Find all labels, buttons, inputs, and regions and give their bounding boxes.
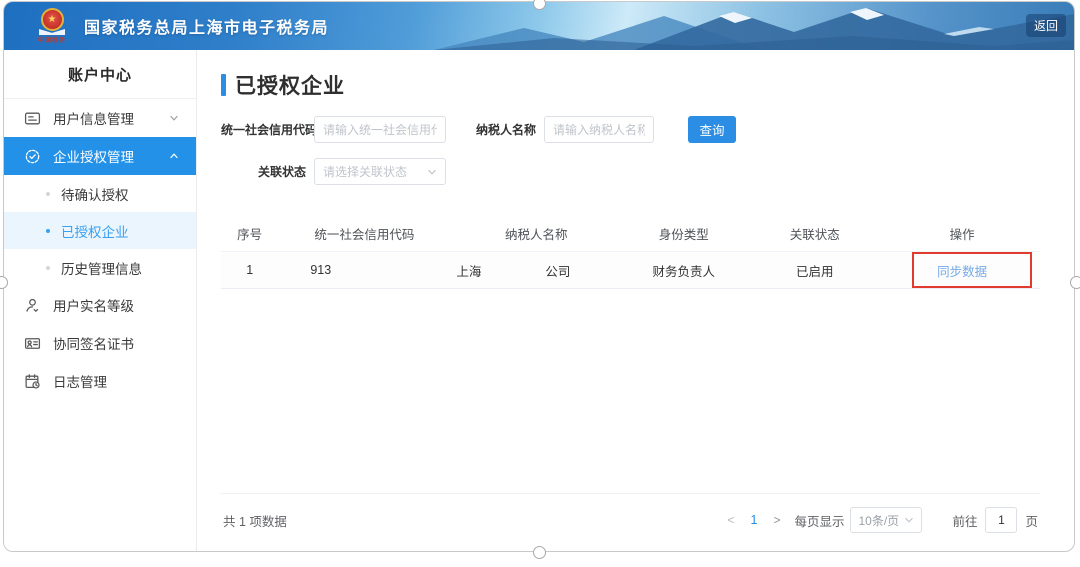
pagination: < 1 > 每页显示 10条/页 前往 页 xyxy=(721,507,1038,533)
sidebar-item-user-realname-level[interactable]: 用户实名等级 xyxy=(4,286,196,324)
column-header-no: 序号 xyxy=(237,228,263,242)
bullet-dot-icon xyxy=(46,191,50,196)
chevron-down-icon xyxy=(428,169,436,174)
chevron-down-icon xyxy=(905,517,914,523)
goto-page-unit: 页 xyxy=(1025,514,1038,529)
credit-code-input[interactable] xyxy=(314,116,446,143)
total-count-text: 共 1 项数据 xyxy=(223,514,287,529)
tax-bureau-logo: ★ 中国税务 xyxy=(30,8,74,44)
sidebar-item-user-info-management[interactable]: 用户信息管理 xyxy=(4,99,196,137)
sidebar-item-enterprise-authorization-management[interactable]: 企业授权管理 xyxy=(4,137,196,175)
results-table: 序号 统一社会信用代码 纳税人名称 身份类型 关联状态 操作 1 913 上海 … xyxy=(221,216,1040,289)
sidebar-item-label: 日志管理 xyxy=(53,375,107,390)
credit-code-label: 统一社会信用代码 xyxy=(221,123,318,137)
prev-page-button[interactable]: < xyxy=(721,513,740,527)
taxpayer-name-prefix: 上海 xyxy=(456,264,482,279)
page-title: 已授权企业 xyxy=(235,75,345,98)
cell-credit-code: 913 xyxy=(310,263,332,277)
sidebar-item-authorized-enterprises[interactable]: 已授权企业 xyxy=(4,212,196,249)
sidebar-title: 账户中心 xyxy=(4,50,196,99)
logo-caption: 中国税务 xyxy=(37,38,66,44)
current-page-button[interactable]: 1 xyxy=(740,513,767,527)
taxpayer-name-input[interactable] xyxy=(544,116,654,143)
goto-page-input[interactable] xyxy=(985,507,1018,533)
bullet-dot-icon xyxy=(46,228,50,233)
back-button[interactable]: 返回 xyxy=(1025,14,1066,37)
column-header-credit-code: 统一社会信用代码 xyxy=(314,228,415,242)
search-button[interactable]: 查询 xyxy=(688,116,736,143)
sidebar-item-collaborative-signature-certificate[interactable]: 协同签名证书 xyxy=(4,324,196,362)
taxpayer-name-suffix: 公司 xyxy=(545,264,571,279)
relation-status-placeholder: 请选择关联状态 xyxy=(323,165,408,179)
title-accent-bar xyxy=(221,74,226,96)
next-page-button[interactable]: > xyxy=(767,513,786,527)
sidebar-subitem-label: 历史管理信息 xyxy=(61,261,142,277)
certificate-icon xyxy=(24,335,41,352)
relation-status-label: 关联状态 xyxy=(257,165,306,179)
relation-status-select[interactable]: 请选择关联状态 xyxy=(314,158,446,185)
page-size-value: 10条/页 xyxy=(858,513,900,528)
page-size-label: 每页显示 xyxy=(794,514,845,529)
sidebar-item-pending-authorization[interactable]: 待确认授权 xyxy=(4,175,196,212)
column-header-identity-type: 身份类型 xyxy=(658,228,709,242)
sidebar-item-label: 用户信息管理 xyxy=(53,112,134,127)
taxpayer-name-label: 纳税人名称 xyxy=(475,123,536,137)
column-header-taxpayer-name: 纳税人名称 xyxy=(505,228,568,242)
chevron-down-icon xyxy=(168,112,180,124)
goto-page-label: 前往 xyxy=(952,514,978,529)
column-header-actions: 操作 xyxy=(949,228,975,242)
table-footer: 共 1 项数据 < 1 > 每页显示 10条/页 前往 页 xyxy=(221,493,1040,543)
log-calendar-icon xyxy=(24,373,41,390)
app-window: ★ 中国税务 国家税务总局上海市电子税务局 返回 账户中心 用户信息管理 企业授… xyxy=(3,1,1075,552)
cell-actions: 同步数据 xyxy=(884,251,1040,288)
sidebar-subitem-label: 已授权企业 xyxy=(61,224,129,240)
main-content: 已授权企业 统一社会信用代码 纳税人名称 查询 关联状态 请选择关联状态 序号 xyxy=(197,50,1074,551)
sidebar-subitem-label: 待确认授权 xyxy=(61,187,129,203)
column-header-relation-status: 关联状态 xyxy=(789,228,840,242)
cell-no: 1 xyxy=(246,263,254,277)
table-row: 1 913 上海 公司 财务负责人 已启用 同步数据 xyxy=(221,251,1040,289)
app-title: 国家税务总局上海市电子税务局 xyxy=(84,20,330,37)
header-mountains-decoration xyxy=(434,8,1074,50)
id-card-icon xyxy=(24,110,41,127)
cell-relation-status: 已启用 xyxy=(795,264,834,279)
chevron-up-icon xyxy=(168,150,180,162)
bullet-dot-icon xyxy=(46,265,50,270)
table-header-row: 序号 统一社会信用代码 纳税人名称 身份类型 关联状态 操作 xyxy=(221,216,1040,252)
sidebar: 账户中心 用户信息管理 企业授权管理 待确认授权 已授权企业 历史管理信息 用户… xyxy=(4,50,197,551)
national-emblem-icon: ★ xyxy=(40,8,64,31)
badge-check-icon xyxy=(24,148,41,165)
cell-taxpayer-name: 上海 公司 xyxy=(450,261,622,280)
cell-identity-type: 财务负责人 xyxy=(652,264,715,279)
sidebar-item-label: 用户实名等级 xyxy=(53,299,134,314)
page-size-select[interactable]: 10条/页 xyxy=(850,507,923,533)
sidebar-item-log-management[interactable]: 日志管理 xyxy=(4,362,196,400)
crop-handle-right[interactable] xyxy=(1070,276,1080,289)
user-icon xyxy=(24,297,41,314)
crop-handle-bottom[interactable] xyxy=(533,546,546,559)
sidebar-item-label: 协同签名证书 xyxy=(53,337,134,352)
sidebar-item-history-management-info[interactable]: 历史管理信息 xyxy=(4,249,196,286)
sidebar-item-label: 企业授权管理 xyxy=(53,150,134,165)
sync-data-link[interactable]: 同步数据 xyxy=(937,265,987,279)
